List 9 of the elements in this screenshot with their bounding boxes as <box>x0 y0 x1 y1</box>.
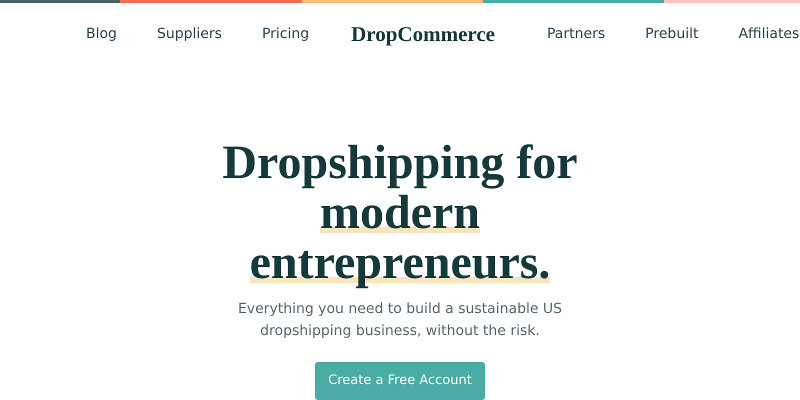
logo[interactable]: DropCommerce <box>351 18 495 50</box>
nav-link[interactable]: Blog <box>86 24 117 45</box>
nav-link[interactable]: Partners <box>546 24 606 45</box>
nav-link[interactable]: Affiliates <box>738 24 800 45</box>
nav-link[interactable]: Pricing <box>262 24 310 45</box>
nav-link[interactable]: Prebuilt <box>645 24 698 45</box>
subtitle: Everything you need to build a sustainable US dropshipping business, without the risk. <box>236 300 564 341</box>
nav-link[interactable]: Suppliers <box>156 24 222 45</box>
headline-line: Dropshipping for <box>222 138 578 188</box>
